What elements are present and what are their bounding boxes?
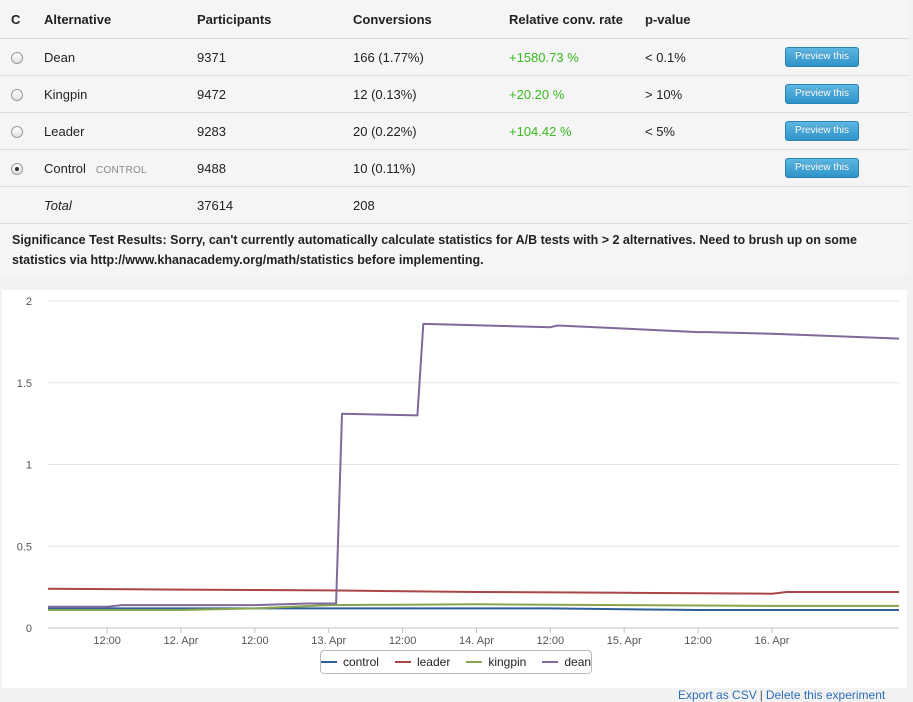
y-tick-label: 1.5 [17,378,32,390]
table-row-kingpin: Kingpin 9472 12 (0.13%) +20.20 % > 10% P… [0,75,909,113]
preview-button-control[interactable]: Preview this [785,158,859,178]
export-csv-link[interactable]: Export as CSV [678,688,757,702]
p-value: < 5% [645,112,785,150]
table-row-total: Total 37614 208 [0,186,909,224]
legend-item-control[interactable]: control [320,655,379,669]
table-header-row: C Alternative Participants Conversions R… [0,0,909,39]
total-label: Total [44,186,197,224]
table-row-leader: Leader 9283 20 (0.22%) +104.42 % < 5% Pr… [0,112,909,150]
relative-rate-value [509,149,645,187]
conversion-chart: 0 0.5 1 1.5 2 12:00 12. Apr 12:00 13. Apr 12:00 14… [17,296,900,647]
legend-item-dean[interactable]: dean [542,655,591,669]
y-tick-label: 0.5 [17,541,32,553]
col-header-p-value: p-value [645,0,785,39]
total-conversions: 208 [353,186,509,224]
footer-links: Export as CSV | Delete this experiment [678,688,885,702]
col-header-conversions: Conversions [353,0,509,39]
preview-button-leader[interactable]: Preview this [785,121,859,141]
x-tick-label: 12:00 [93,635,121,647]
chart-legend: control leader kingpin dean [320,650,592,674]
chart-panel: 0 0.5 1 1.5 2 12:00 12. Apr 12:00 13. Apr 12:00 14… [2,290,907,688]
col-header-relative-rate: Relative conv. rate [509,0,645,39]
x-tick-label: 13. Apr [311,635,346,647]
control-badge: CONTROL [95,164,147,176]
alternative-name: Control [44,160,86,176]
participants-value: 9283 [197,112,353,150]
legend-item-leader[interactable]: leader [394,655,451,669]
conversions-value: 12 (0.13%) [353,75,509,113]
conversions-value: 10 (0.11%) [353,149,509,187]
preview-button-dean[interactable]: Preview this [785,47,859,67]
col-header-actions [785,0,909,39]
delete-experiment-link[interactable]: Delete this experiment [766,688,885,702]
legend-label-leader: leader [416,655,451,669]
p-value: < 0.1% [645,38,785,76]
legend-item-kingpin[interactable]: kingpin [466,655,526,669]
participants-value: 9472 [197,75,353,113]
y-tick-label: 0 [26,623,32,635]
series-line-leader [47,587,899,595]
series-line-dean [48,322,900,608]
significance-text: Significance Test Results: Sorry, can't … [12,233,857,267]
relative-rate-value: +1580.73 % [509,38,645,76]
col-header-choice: C [0,0,44,39]
x-tick-label: 12:00 [537,635,565,647]
table-row-control: Control CONTROL 9488 10 (0.11%) Preview t… [0,149,909,187]
legend-label-kingpin: kingpin [488,655,527,669]
alternative-name: Dean [44,38,197,76]
conversions-value: 20 (0.22%) [353,112,509,150]
legend-swatch-control [320,661,337,663]
alternative-radio-kingpin[interactable] [11,89,23,102]
participants-value: 9371 [197,38,353,76]
legend-swatch-leader [394,661,411,663]
results-table: C Alternative Participants Conversions R… [0,0,909,224]
p-value: > 10% [645,75,785,113]
conversions-value: 166 (1.77%) [353,38,509,76]
total-participants: 37614 [197,186,353,224]
alternative-radio-dean[interactable] [11,52,23,65]
legend-label-control: control [342,655,379,669]
relative-rate-value: +20.20 % [509,75,645,113]
col-header-alternative: Alternative [44,0,197,39]
x-tick-label: 12:00 [241,635,269,647]
preview-button-kingpin[interactable]: Preview this [785,84,859,104]
legend-swatch-kingpin [466,661,483,663]
alternative-name-cell: Control CONTROL [44,149,197,187]
legend-label-dean: dean [564,655,592,669]
relative-rate-value: +104.42 % [509,112,645,150]
footer-separator: | [759,688,763,702]
x-tick-label: 12. Apr [164,635,199,647]
x-tick-label: 16. Apr [755,635,790,647]
alternative-radio-control[interactable] [11,163,23,176]
x-tick-label: 12:00 [389,635,417,647]
results-panel: C Alternative Participants Conversions R… [0,0,909,276]
x-tick-label: 14. Apr [459,635,494,647]
x-tick-label: 12:00 [684,635,712,647]
p-value [645,149,785,187]
y-tick-label: 1 [26,460,32,472]
table-row-dean: Dean 9371 166 (1.77%) +1580.73 % < 0.1% … [0,38,909,76]
y-tick-label: 2 [26,296,32,308]
legend-swatch-dean [542,661,559,663]
x-tick-label: 15. Apr [607,635,642,647]
alternative-name: Kingpin [44,75,197,113]
participants-value: 9488 [197,149,353,187]
alternative-name: Leader [44,112,197,150]
col-header-participants: Participants [197,0,353,39]
alternative-radio-leader[interactable] [11,126,23,139]
